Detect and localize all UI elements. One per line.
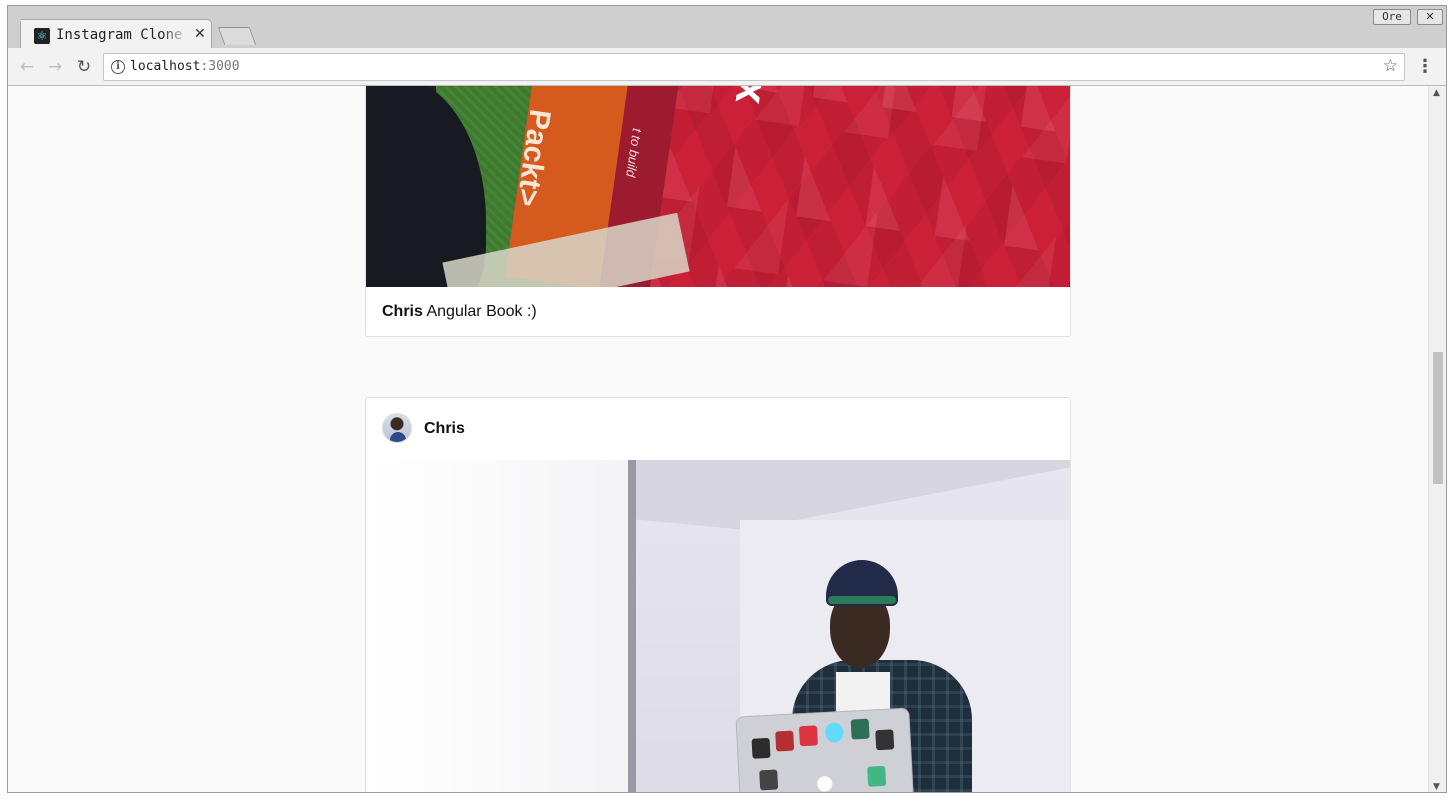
laptop-sticker [751,737,771,759]
cap-brim [828,596,896,604]
window-close-button[interactable]: ✕ [1417,9,1443,25]
caption-text: Angular Book :) [426,303,537,320]
forward-arrow-icon[interactable]: → [44,56,66,78]
post-header: Chris [366,398,1070,460]
scroll-up-arrow-icon[interactable]: ▲ [1433,88,1440,98]
url-port: :3000 [200,59,240,74]
new-tab-button[interactable] [217,27,257,45]
bookmark-star-icon[interactable]: ☆ [1383,56,1398,76]
url-text[interactable]: localhost:3000 [130,59,240,74]
site-info-icon[interactable]: i [111,60,125,74]
scrollbar-thumb[interactable] [1433,352,1443,484]
profile-button[interactable]: Ore [1373,9,1411,25]
back-arrow-icon[interactable]: ← [16,56,38,78]
post-card: Chris ● [365,397,1071,793]
page-viewport: Packt> t to build ot 2.x ar rs Chris Ang… [8,86,1428,793]
laptop-sticker [798,725,818,747]
browser-tab[interactable]: ⚛ Instagram Clone ✕ [20,19,212,50]
tab-close-icon[interactable]: ✕ [194,26,206,42]
laptop-sticker [875,729,895,751]
tab-title: Instagram Clone [56,27,183,43]
laptop-sticker [775,730,795,752]
browser-window: ⚛ Instagram Clone ✕ Ore ✕ ← → ↻ i localh… [7,5,1447,793]
post-caption: Chris Angular Book :) [382,303,537,321]
avatar[interactable] [382,413,412,443]
wall-left [366,460,628,792]
laptop-sticker [824,722,844,743]
laptop-sticker [867,765,887,787]
post-image: Packt> t to build ot 2.x ar rs [366,86,1070,287]
scroll-down-arrow-icon[interactable]: ▼ [1433,782,1440,792]
post-image: ● [366,460,1070,793]
post-username[interactable]: Chris [424,420,465,438]
laptop-sticker [759,769,779,791]
post-card: Packt> t to build ot 2.x ar rs Chris Ang… [365,86,1071,337]
laptop-sticker [850,718,870,740]
url-host: localhost [130,59,201,74]
react-favicon-icon: ⚛ [34,28,50,44]
address-bar[interactable]: i localhost:3000 ☆ [103,53,1405,81]
apple-logo-icon: ● [816,770,834,793]
caption-username[interactable]: Chris [382,303,423,320]
door-edge [628,460,636,792]
browser-toolbar: ← → ↻ i localhost:3000 ☆ ⋮ [8,48,1446,86]
reload-icon[interactable]: ↻ [73,56,95,78]
browser-menu-icon[interactable]: ⋮ [1416,56,1434,77]
page-scrollbar[interactable]: ▲ ▼ [1428,86,1446,792]
title-bar: ⚛ Instagram Clone ✕ Ore ✕ [8,6,1446,50]
